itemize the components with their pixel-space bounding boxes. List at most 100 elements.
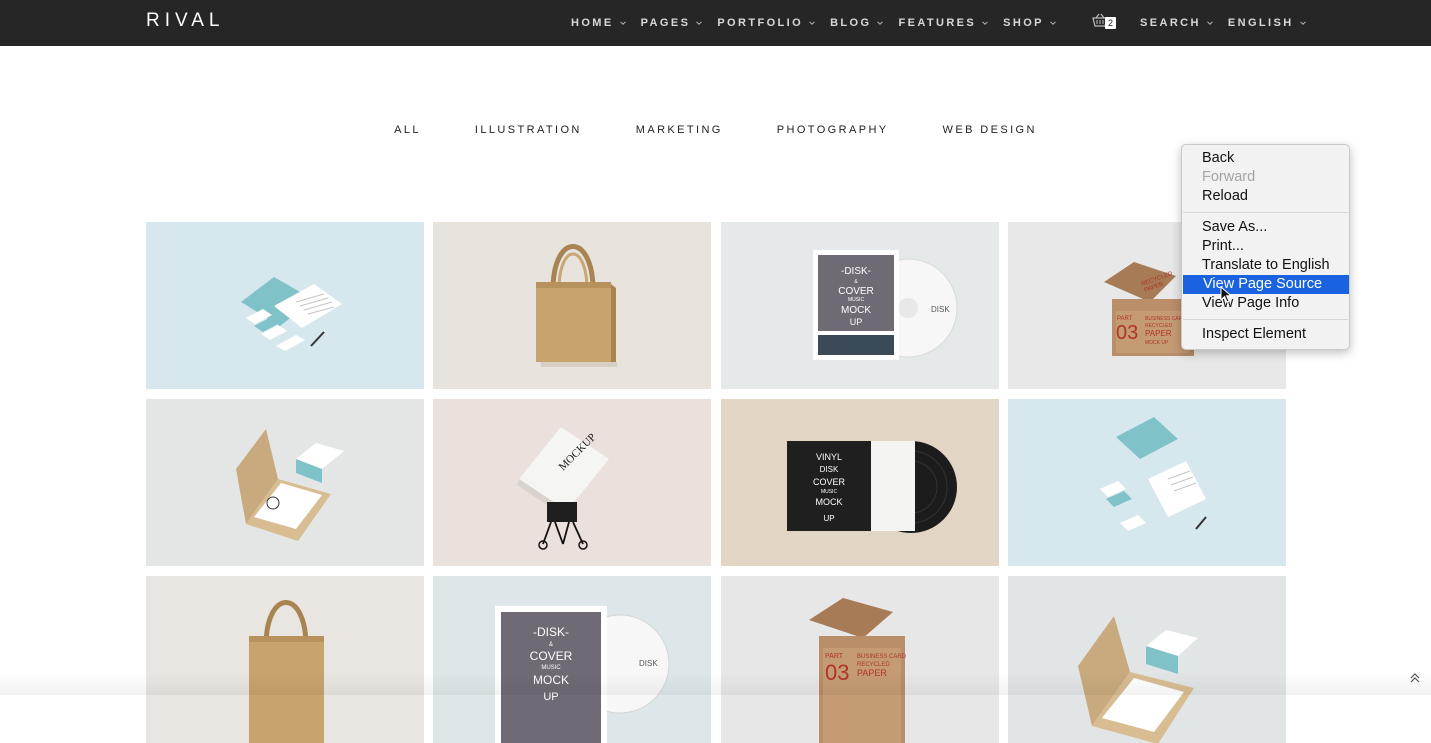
svg-text:MUSIC: MUSIC <box>821 489 838 495</box>
svg-text:UP: UP <box>544 691 559 703</box>
portfolio-item[interactable]: VINYL DISK COVER MUSIC MOCK UP <box>720 399 999 566</box>
context-menu-back[interactable]: Back <box>1182 149 1349 168</box>
svg-text:MOCK: MOCK <box>533 673 569 687</box>
svg-text:PAPER: PAPER <box>1145 329 1172 338</box>
cart-button[interactable]: 2 <box>1092 11 1120 33</box>
nav-item-label: BLOG <box>830 17 872 29</box>
stationery-mockup-image <box>1007 399 1286 566</box>
svg-text:MUSIC: MUSIC <box>848 297 865 303</box>
svg-text:03: 03 <box>825 660 849 685</box>
filter-web-design[interactable]: WEB DESIGN <box>943 124 1037 136</box>
context-menu: Back Forward Reload Save As... Print... … <box>1181 144 1350 350</box>
portfolio-item[interactable] <box>146 399 424 566</box>
top-navbar: RIVAL HOME PAGES PORTFOLIO BLOG FEATURES… <box>0 0 1431 46</box>
svg-text:PAPER: PAPER <box>857 668 887 678</box>
nav-item-label: FEATURES <box>898 17 977 29</box>
nav-item-features[interactable]: FEATURES <box>898 17 989 29</box>
svg-text:-DISK-: -DISK- <box>533 625 569 639</box>
svg-text:COVER: COVER <box>838 286 874 297</box>
svg-text:BUSINESS CARD: BUSINESS CARD <box>1145 316 1186 322</box>
business-card-box-mockup-image <box>1007 576 1286 743</box>
business-card-box-mockup-image <box>146 399 424 566</box>
chevron-down-icon <box>696 21 703 25</box>
portfolio-item[interactable]: PART 03 BUSINESS CARD RECYCLED PAPER <box>720 576 999 743</box>
tote-bag-mockup-image <box>433 222 712 389</box>
filter-marketing[interactable]: MARKETING <box>636 124 723 136</box>
nav-item-language[interactable]: ENGLISH <box>1228 17 1307 29</box>
svg-text:-DISK-: -DISK- <box>841 266 871 277</box>
svg-text:MUSIC: MUSIC <box>542 665 562 671</box>
portfolio-item[interactable] <box>146 222 424 389</box>
nav-item-label: PORTFOLIO <box>717 17 804 29</box>
portfolio-grid: DISK -DISK- & COVER MUSIC MOCK UP RECYCL… <box>146 222 1286 743</box>
portfolio-item[interactable] <box>1007 576 1286 743</box>
svg-text:MOCK: MOCK <box>841 305 871 316</box>
portfolio-item[interactable]: DISK -DISK- & COVER MUSIC MOCK UP <box>433 576 712 743</box>
svg-text:MOCK UP: MOCK UP <box>1145 340 1169 346</box>
svg-text:DISK: DISK <box>819 465 838 474</box>
svg-text:03: 03 <box>1116 322 1138 344</box>
context-menu-divider <box>1183 319 1348 320</box>
nav-item-shop[interactable]: SHOP <box>1003 17 1057 29</box>
brand-logo[interactable]: RIVAL <box>146 10 225 32</box>
disk-cover-mockup-image: DISK -DISK- & COVER MUSIC MOCK UP <box>720 222 999 389</box>
nav-item-home[interactable]: HOME <box>571 17 627 29</box>
filter-all[interactable]: ALL <box>394 124 421 136</box>
nav-item-label: SEARCH <box>1140 17 1201 29</box>
chevron-down-icon <box>1207 21 1213 25</box>
context-menu-view-page-source[interactable]: View Page Source <box>1183 275 1349 294</box>
book-clip-mockup-image: MOCKUP <box>433 399 712 566</box>
svg-text:DISK: DISK <box>639 659 658 668</box>
mouse-pointer-icon <box>1220 286 1233 303</box>
chevron-down-icon <box>1050 21 1056 25</box>
context-menu-inspect-element[interactable]: Inspect Element <box>1182 325 1349 344</box>
svg-text:COVER: COVER <box>813 477 846 487</box>
filter-photography[interactable]: PHOTOGRAPHY <box>777 124 889 136</box>
chevron-down-icon <box>982 21 988 25</box>
nav-item-blog[interactable]: BLOG <box>830 17 884 29</box>
double-chevron-up-icon[interactable] <box>1409 672 1421 684</box>
vinyl-cover-mockup-image: VINYL DISK COVER MUSIC MOCK UP <box>720 399 999 566</box>
portfolio-filters: ALL ILLUSTRATION MARKETING PHOTOGRAPHY W… <box>0 124 1431 136</box>
portfolio-item[interactable] <box>146 576 424 743</box>
svg-text:&: & <box>549 642 553 648</box>
context-menu-reload[interactable]: Reload <box>1182 187 1349 206</box>
portfolio-item[interactable]: MOCKUP <box>433 399 712 566</box>
stationery-mockup-image <box>146 222 424 389</box>
nav-item-pages[interactable]: PAGES <box>641 17 704 29</box>
svg-text:UP: UP <box>823 514 834 523</box>
nav-item-label: PAGES <box>640 17 691 29</box>
nav-item-label: SHOP <box>1003 17 1044 29</box>
recycled-paper-box-mockup-image: PART 03 BUSINESS CARD RECYCLED PAPER <box>720 576 999 743</box>
svg-text:MOCK: MOCK <box>815 497 842 507</box>
disk-cover-mockup-image: DISK -DISK- & COVER MUSIC MOCK UP <box>433 576 712 743</box>
context-menu-divider <box>1183 212 1348 213</box>
nav-item-search[interactable]: SEARCH <box>1140 17 1214 29</box>
svg-text:DISK: DISK <box>931 305 950 314</box>
svg-text:VINYL: VINYL <box>816 452 842 462</box>
svg-text:PART: PART <box>825 653 844 660</box>
chevron-down-icon <box>1299 21 1306 25</box>
chevron-down-icon <box>619 21 626 25</box>
nav-item-label: HOME <box>571 17 614 29</box>
context-menu-save-as[interactable]: Save As... <box>1182 218 1349 237</box>
portfolio-item[interactable] <box>1007 399 1286 566</box>
main-nav: HOME PAGES PORTFOLIO BLOG FEATURES SHOP <box>571 0 1071 46</box>
nav-item-label: ENGLISH <box>1227 17 1294 29</box>
cart-count-badge: 2 <box>1105 17 1116 29</box>
context-menu-translate[interactable]: Translate to English <box>1182 256 1349 275</box>
tote-bag-mockup-image <box>146 576 424 743</box>
utility-nav: SEARCH ENGLISH <box>1140 0 1321 46</box>
portfolio-item[interactable]: DISK -DISK- & COVER MUSIC MOCK UP <box>720 222 999 389</box>
context-menu-print[interactable]: Print... <box>1182 237 1349 256</box>
context-menu-forward: Forward <box>1202 169 1256 185</box>
chevron-down-icon <box>809 21 815 25</box>
portfolio-item[interactable] <box>433 222 712 389</box>
svg-text:COVER: COVER <box>530 649 573 663</box>
svg-text:BUSINESS CARD: BUSINESS CARD <box>857 654 907 660</box>
nav-item-portfolio[interactable]: PORTFOLIO <box>717 17 816 29</box>
chevron-down-icon <box>877 21 884 25</box>
context-menu-view-page-info[interactable]: View Page Info <box>1182 294 1349 313</box>
svg-text:UP: UP <box>849 317 862 327</box>
filter-illustration[interactable]: ILLUSTRATION <box>475 124 582 136</box>
